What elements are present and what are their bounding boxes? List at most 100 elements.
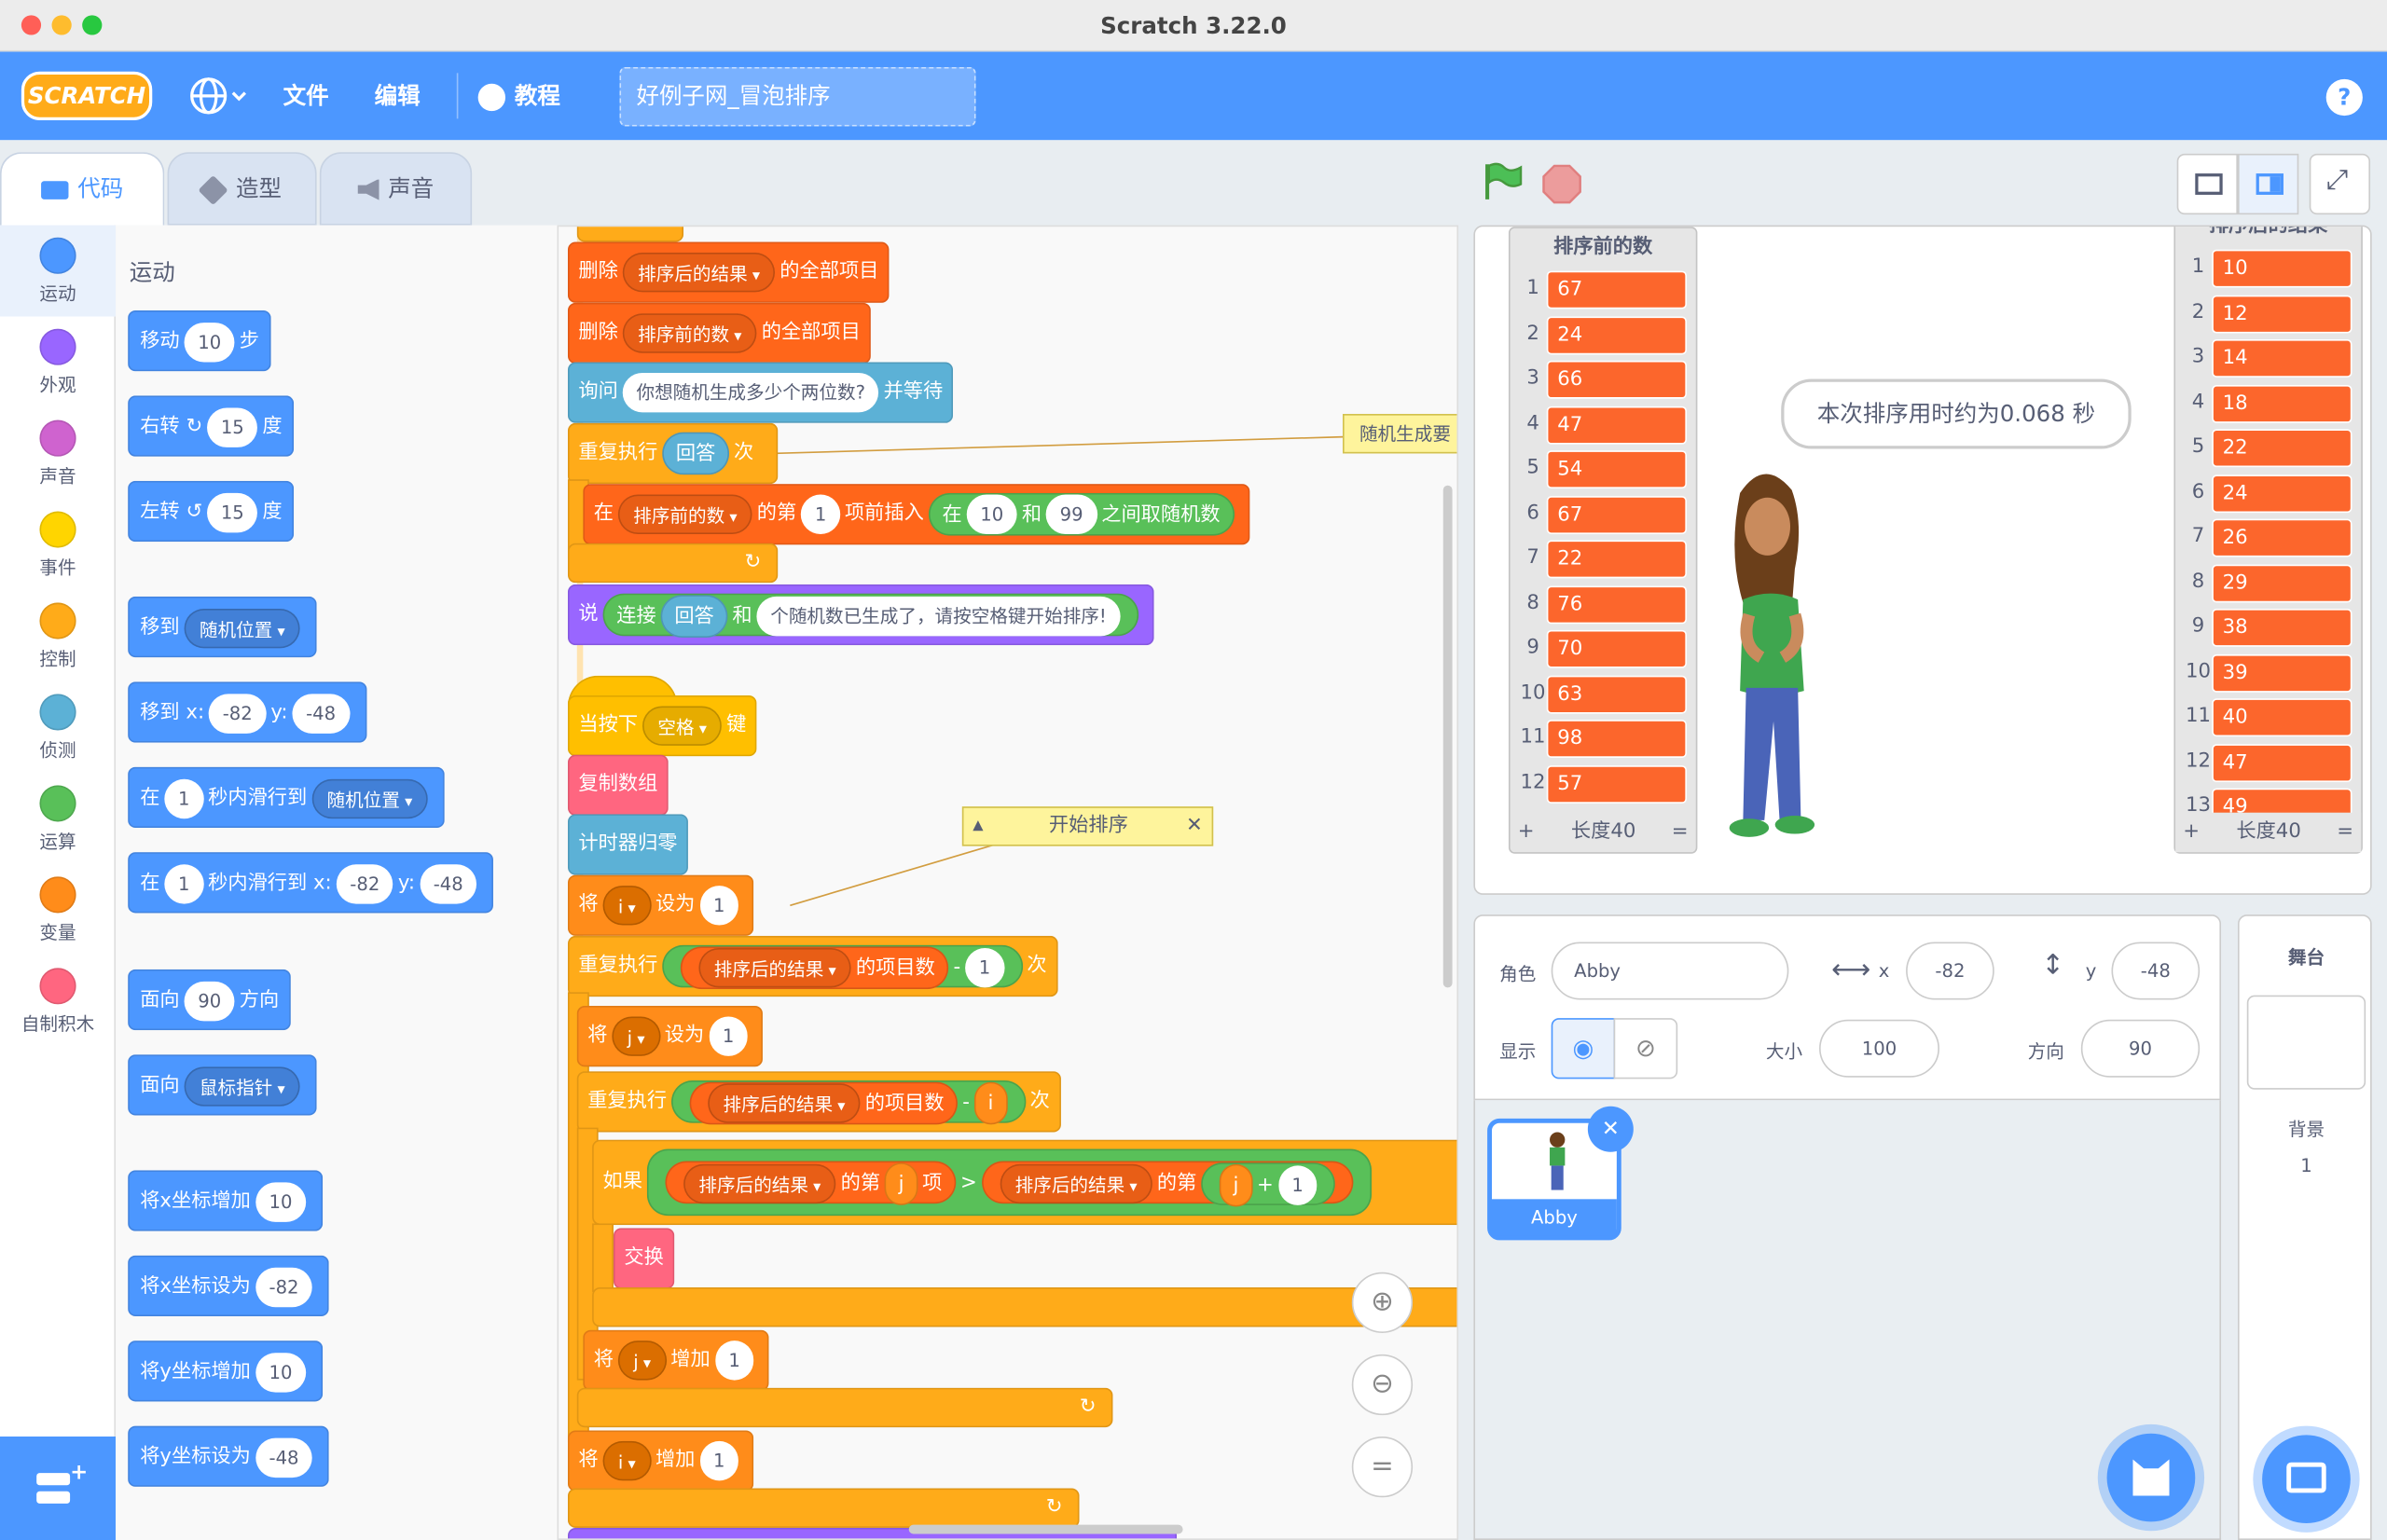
list-item-cell[interactable]: 22 (2212, 429, 2353, 468)
language-menu[interactable] (188, 52, 255, 141)
green-flag-icon[interactable] (1482, 159, 1525, 202)
y-input[interactable]: -48 (419, 863, 477, 903)
block-delete-all-after[interactable]: 删除排序后的结果的全部项目 (567, 241, 890, 303)
list-dropdown[interactable]: 排序后的结果 (1000, 1163, 1152, 1204)
i-reporter[interactable]: i (973, 1080, 1008, 1124)
comment-start-sort[interactable]: ▲ 开始排序 ✕ (961, 806, 1214, 846)
join-reporter[interactable]: 连接 回答和个随机数已生成了，请按空格键开始排序! (602, 592, 1139, 638)
block-delete-all-before[interactable]: 删除排序前的数的全部项目 (567, 302, 872, 364)
list-dropdown[interactable]: 排序后的结果 (683, 1163, 836, 1204)
towards-dropdown[interactable]: 鼠标指针 (184, 1066, 301, 1106)
glide-target-dropdown[interactable]: 随机位置 (311, 777, 428, 818)
block-repeat-outer[interactable]: 重复执行排序后的结果的项目数-1次 (567, 935, 1058, 997)
block-say[interactable]: 说连接 回答和个随机数已生成了，请按空格键开始排序! (567, 584, 1154, 646)
value-input[interactable]: 1 (965, 947, 1004, 987)
index-input[interactable]: 1 (801, 493, 841, 534)
block-glide-to[interactable]: 在 1 秒内滑行到 随机位置 (128, 766, 445, 829)
block-repeat-answer[interactable]: 重复执行 回答次 (567, 422, 779, 485)
category-variables[interactable]: 变量 (0, 864, 116, 956)
block-point-towards[interactable]: 面向 鼠标指针 (128, 1054, 317, 1116)
add-extension-button[interactable]: + (0, 1436, 117, 1540)
item-reporter[interactable]: 排序后的结果的第j+1 (981, 1161, 1354, 1207)
list-dropdown[interactable]: 排序前的数 (617, 493, 752, 534)
block-change-i[interactable]: 将i增加1 (567, 1430, 754, 1492)
subtract-reporter[interactable]: 排序后的结果的项目数-1 (662, 943, 1023, 989)
tab-costumes[interactable]: 造型 (167, 152, 317, 226)
block-change-j[interactable]: 将j增加1 (583, 1329, 769, 1392)
add-sprite-button[interactable] (2106, 1433, 2196, 1522)
list-resize-handle[interactable]: = (1672, 813, 1689, 852)
block-goto-xy[interactable]: 移到 x: -82 y: -48 (128, 681, 366, 743)
block-set-y[interactable]: 将y坐标设为 -48 (128, 1425, 330, 1487)
list-monitor-after[interactable]: 排序后的结果 1 10 2 12 3 14 4 18 5 22 6 24 7 26 8 29 9 38 10 39 11… (2173, 227, 2363, 854)
list-item-cell[interactable]: 70 (1546, 629, 1687, 668)
item-reporter[interactable]: 排序后的结果的第j项 (665, 1161, 957, 1205)
list-item-cell[interactable]: 14 (2212, 339, 2353, 378)
list-item-cell[interactable]: 10 (2212, 249, 2353, 288)
x-input[interactable]: -82 (209, 693, 267, 734)
category-control[interactable]: 控制 (0, 590, 116, 681)
x-input[interactable]: -82 (255, 1266, 313, 1307)
block-set-j[interactable]: 将j设为1 (576, 1006, 764, 1067)
greater-than-reporter[interactable]: 排序后的结果的第j项>排序后的结果的第j+1 (646, 1148, 1373, 1216)
y-input[interactable]: -48 (292, 693, 350, 734)
show-visible-icon[interactable]: ◉ (1551, 1018, 1616, 1079)
list-dropdown[interactable]: 排序后的结果 (708, 1083, 861, 1123)
list-item-cell[interactable]: 98 (1546, 720, 1687, 758)
zoom-in-icon[interactable]: ⊕ (1351, 1272, 1414, 1333)
block-ask-and-wait[interactable]: 询问 你想随机生成多少个两位数? 并等待 (567, 362, 954, 423)
list-item-cell[interactable]: 29 (2212, 563, 2353, 602)
list-item-cell[interactable]: 66 (1546, 360, 1687, 399)
list-item-cell[interactable]: 39 (2212, 653, 2353, 692)
tab-sounds[interactable]: 声音 (319, 152, 473, 226)
secs-input[interactable]: 1 (164, 863, 204, 903)
script-workspace[interactable]: 删除排序后的结果的全部项目 删除排序前的数的全部项目 询问你想随机生成多少个两位… (559, 225, 1459, 1540)
show-hidden-icon[interactable]: ⊘ (1613, 1018, 1678, 1079)
scratch-logo[interactable]: SCRATCH (21, 71, 153, 120)
abby-sprite[interactable] (1704, 462, 1841, 843)
normal-stage-button[interactable] (2237, 153, 2299, 215)
category-events[interactable]: 事件 (0, 499, 116, 590)
add-reporter[interactable]: j +1 (1201, 1162, 1336, 1207)
zoom-out-icon[interactable]: ⊖ (1351, 1354, 1414, 1416)
value-input[interactable]: 1 (1277, 1165, 1318, 1205)
stage-selector[interactable]: 舞台 背景 1 (2237, 914, 2372, 1540)
collapse-triangle-icon[interactable]: ▲ (973, 808, 983, 845)
block-goto[interactable]: 移到 随机位置 (128, 596, 317, 658)
variable-dropdown[interactable]: j (612, 1015, 660, 1056)
project-title-input[interactable]: 好例子网_冒泡排序 (619, 66, 976, 127)
block-point-direction[interactable]: 面向 90 方向 (128, 969, 292, 1031)
value-input[interactable]: 1 (699, 885, 739, 925)
subtract-reporter[interactable]: 排序后的结果的项目数-i (671, 1079, 1026, 1124)
small-stage-button[interactable] (2176, 153, 2238, 215)
block-if[interactable]: 如果排序后的结果的第j项>排序后的结果的第j+1 (592, 1139, 1457, 1226)
list-item-cell[interactable]: 63 (1546, 674, 1687, 713)
key-dropdown[interactable]: 空格 (642, 705, 723, 746)
list-add-button[interactable]: + (2183, 813, 2200, 852)
block-swap[interactable]: 交换 (613, 1228, 675, 1289)
category-sensing[interactable]: 侦测 (0, 681, 116, 773)
y-input[interactable]: -48 (255, 1437, 313, 1478)
list-monitor-before[interactable]: 排序前的数 1 67 2 24 3 66 4 47 5 54 6 67 7 22 8 76 9 70 10 63 11 9… (1508, 227, 1698, 854)
x-input[interactable]: 10 (255, 1181, 307, 1222)
block-change-x[interactable]: 将x坐标增加 10 (128, 1170, 324, 1231)
zoom-reset-icon[interactable]: = (1351, 1436, 1414, 1498)
stage-canvas[interactable]: 排序前的数 1 67 2 24 3 66 4 47 5 54 6 67 7 22 8 76 9 70 10 63 11 9… (1473, 225, 2372, 895)
list-item-cell[interactable]: 47 (2212, 743, 2353, 782)
degrees-input[interactable]: 15 (207, 492, 258, 532)
list-item-cell[interactable]: 26 (2212, 518, 2353, 557)
list-add-button[interactable]: + (1518, 813, 1535, 852)
list-item-cell[interactable]: 47 (1546, 406, 1687, 444)
list-item-cell[interactable]: 40 (2212, 698, 2353, 737)
list-item-cell[interactable]: 12 (2212, 294, 2353, 333)
list-item-cell[interactable]: 76 (1546, 584, 1687, 624)
block-turn-left[interactable]: 左转 ↺ 15 度 (128, 480, 295, 543)
add-backdrop-button[interactable] (2262, 1435, 2351, 1524)
block-when-key-pressed[interactable]: 当按下空格键 (567, 695, 757, 757)
max-input[interactable]: 99 (1045, 494, 1097, 534)
delete-sprite-icon[interactable]: ✕ (1587, 1106, 1634, 1152)
file-menu[interactable]: 文件 (283, 52, 329, 141)
y-input[interactable]: 10 (255, 1352, 307, 1392)
value-input[interactable]: 1 (699, 1440, 739, 1480)
list-resize-handle[interactable]: = (2337, 813, 2353, 852)
